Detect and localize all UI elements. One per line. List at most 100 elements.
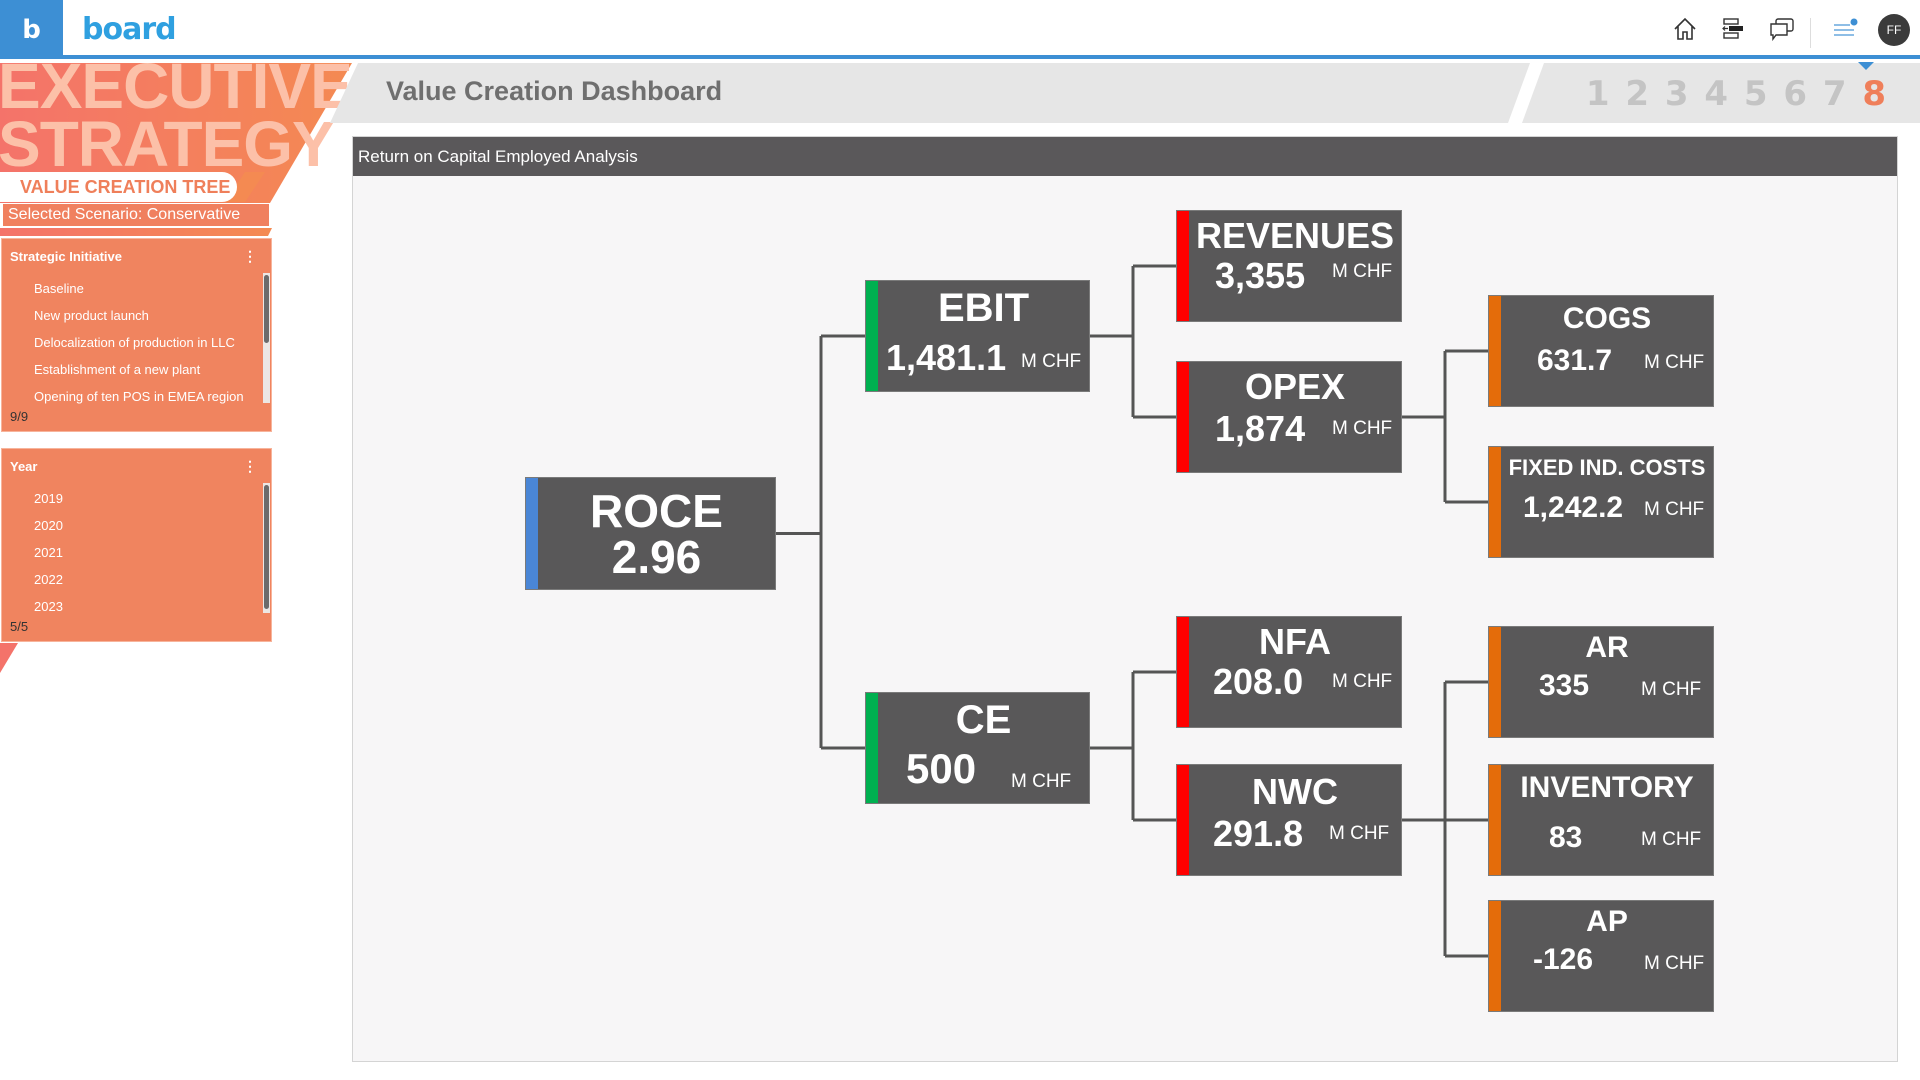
node-label: REVENUES [1195,215,1395,256]
node-accent-bar [1489,627,1501,737]
banner-title-line2: STRATEGY [0,108,335,180]
node-accent-bar [866,281,878,391]
selector-strategic-initiative: Strategic Initiative ⋮ Baseline New prod… [1,238,272,432]
selector-title: Strategic Initiative [10,249,122,264]
tree-node-ar[interactable]: AR 335 M CHF [1488,626,1714,738]
tree-node-inventory[interactable]: INVENTORY 83 M CHF [1488,764,1714,876]
user-avatar[interactable]: FF [1878,14,1910,46]
scenario-label: Selected Scenario: Conservative [2,203,270,227]
node-value: 500 [906,745,977,792]
decor-stripe [0,643,18,673]
navigation-icon[interactable] [1718,14,1748,44]
selection-count: 5/5 [10,619,29,634]
node-value: 1,874 [1215,408,1306,449]
node-unit: M CHF [1021,351,1082,372]
tree-node-roce[interactable]: ROCE 2.96 [525,477,776,590]
scrollbar[interactable] [263,273,270,403]
node-label: COGS [1562,302,1652,335]
scrollbar-thumb[interactable] [264,275,269,343]
section-label: VALUE CREATION TREE [0,172,237,202]
comments-icon[interactable] [1767,14,1797,44]
banner-title: EXECUTIVE STRATEGY [0,50,353,180]
selector-item[interactable]: Establishment of a new plant [2,356,264,383]
tree-node-nwc[interactable]: NWC 291.8 M CHF [1176,764,1402,876]
tree-node-ebit[interactable]: EBIT 1,481.1 M CHF [865,280,1090,392]
node-label: AR [1585,631,1629,664]
node-accent-bar [1177,765,1189,875]
brand-logo: board [82,12,177,47]
node-unit: M CHF [1329,823,1390,844]
selection-count: 9/9 [10,409,29,424]
node-label: INVENTORY [1520,771,1694,804]
node-value: 2.96 [611,531,702,583]
selector-list: Baseline New product launch Delocalizati… [2,275,264,410]
decor-stripe [0,228,272,236]
selector-item[interactable]: 2023 [2,593,264,620]
selector-item[interactable]: 2019 [2,485,264,512]
node-unit: M CHF [1644,953,1705,974]
node-value: 1,242.2 [1523,491,1624,524]
active-page-indicator [1858,62,1874,70]
page-link-8[interactable]: 8 [1855,74,1895,114]
node-accent-bar [1177,617,1189,727]
selector-item[interactable]: 2021 [2,539,264,566]
node-accent-bar [1489,765,1501,875]
page-link-5[interactable]: 5 [1736,74,1776,114]
scrollbar-thumb[interactable] [264,485,269,609]
app-logo-letter: b [22,14,41,45]
selector-item[interactable]: Opening of ten POS in EMEA region [2,383,264,410]
node-value: 1,481.1 [886,337,1007,378]
node-label: NWC [1252,771,1338,812]
node-value: -126 [1533,943,1594,976]
selector-year: Year ⋮ 2019 2020 2021 2022 2023 5/5 [1,448,272,642]
tree-node-fixed[interactable]: FIXED IND. COSTS 1,242.2 M CHF [1488,446,1714,558]
more-options-icon[interactable]: ⋮ [243,249,257,263]
brand-logo-text: board [82,12,177,47]
home-icon[interactable] [1670,14,1700,44]
node-unit: M CHF [1332,418,1393,439]
node-unit: M CHF [1644,352,1705,373]
selector-item[interactable]: 2022 [2,566,264,593]
menu-notification-icon[interactable] [1830,14,1860,44]
page-link-2[interactable]: 2 [1618,74,1658,114]
node-unit: M CHF [1641,829,1702,850]
node-accent-bar [1177,362,1189,472]
selector-list: 2019 2020 2021 2022 2023 [2,485,264,620]
tree-node-ap[interactable]: AP -126 M CHF [1488,900,1714,1012]
node-accent-bar [1489,296,1501,406]
panel-title: Return on Capital Employed Analysis [353,137,1897,176]
selector-title: Year [10,459,38,474]
node-accent-bar [1177,211,1189,321]
page-link-6[interactable]: 6 [1776,74,1816,114]
node-label: AP [1586,905,1628,938]
tree-node-cogs[interactable]: COGS 631.7 M CHF [1488,295,1714,407]
tree-node-nfa[interactable]: NFA 208.0 M CHF [1176,616,1402,728]
selector-item[interactable]: Baseline [2,275,264,302]
node-value: 208.0 [1213,661,1304,702]
node-value: 83 [1549,821,1583,854]
selector-item[interactable]: New product launch [2,302,264,329]
node-value: 3,355 [1215,255,1306,296]
page-navigation: 1 2 3 4 5 6 7 8 [1578,74,1894,114]
tree-node-revenues[interactable]: REVENUES 3,355 M CHF [1176,210,1402,322]
page-link-1[interactable]: 1 [1578,74,1618,114]
node-accent-bar [1489,901,1501,1011]
tree-node-opex[interactable]: OPEX 1,874 M CHF [1176,361,1402,473]
dashboard-title: Value Creation Dashboard [386,76,723,106]
node-unit: M CHF [1641,679,1702,700]
node-label: EBIT [937,286,1030,330]
banner-title-line1: EXECUTIVE [0,50,353,122]
page-link-3[interactable]: 3 [1657,74,1697,114]
tree-node-ce[interactable]: CE 500 M CHF [865,692,1090,804]
more-options-icon[interactable]: ⋮ [243,459,257,473]
node-unit: M CHF [1644,499,1705,520]
selector-item[interactable]: 2020 [2,512,264,539]
page-link-7[interactable]: 7 [1815,74,1855,114]
node-label: OPEX [1244,366,1346,407]
selector-item[interactable]: Delocalization of production in LLC [2,329,264,356]
page-link-4[interactable]: 4 [1697,74,1737,114]
scrollbar[interactable] [263,483,270,613]
node-label: CE [955,698,1012,742]
node-unit: M CHF [1332,261,1393,282]
node-accent-bar [866,693,878,803]
